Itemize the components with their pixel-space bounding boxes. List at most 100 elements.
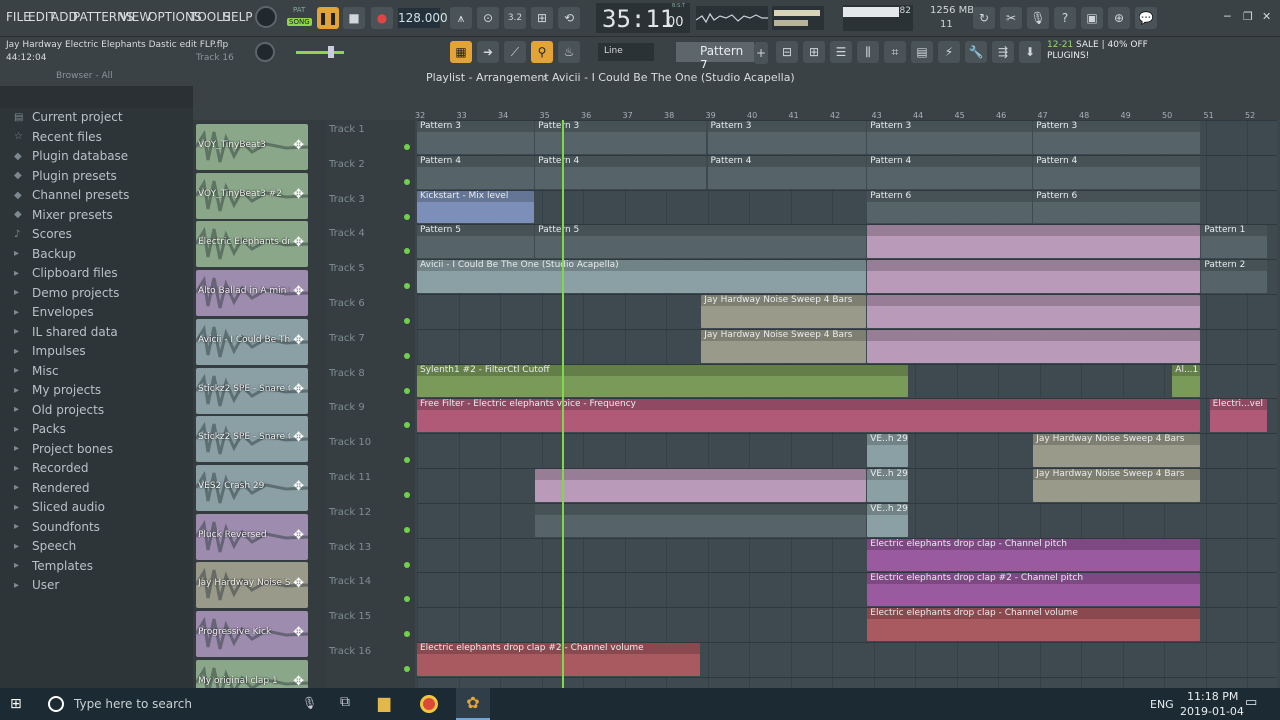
track-name[interactable]: Track 1 <box>329 124 365 135</box>
channel-button[interactable]: VOY_TinyBeat3 ✥ <box>196 124 308 170</box>
channel-move-icon[interactable]: ✥ <box>293 430 304 445</box>
playlist-clip[interactable]: Electric elephants drop clap - Channel p… <box>867 538 1201 572</box>
channel-button[interactable]: Jay Hardway Noise S... ✥ <box>196 562 308 609</box>
mic-icon[interactable]: 🎙 <box>302 696 317 710</box>
playlist-clip[interactable]: Pattern 6 <box>1033 190 1201 224</box>
stop-button[interactable]: ■ <box>343 7 365 29</box>
playlist-clip[interactable]: Jay Hardway Noise Sweep 4 Bars <box>1033 469 1201 502</box>
browser-item[interactable]: ▸ Envelopes <box>14 303 94 321</box>
task-view-icon[interactable]: ⧉ <box>340 694 350 710</box>
loop-record-button[interactable]: ⟲ <box>558 7 580 29</box>
playlist-clip[interactable]: Pattern 3 <box>707 121 867 154</box>
add-pattern-icon[interactable]: + <box>754 42 768 64</box>
track-name[interactable]: Track 8 <box>329 368 365 379</box>
browser-item[interactable]: ▸ Demo projects <box>14 284 119 302</box>
undo-icon[interactable]: ↻ <box>973 7 995 29</box>
playlist-clip[interactable] <box>535 469 867 502</box>
magnet-icon[interactable]: ⚲ <box>531 41 553 63</box>
playlist-clip[interactable]: Pattern 3 <box>867 121 1033 154</box>
channel-move-icon[interactable]: ✥ <box>293 138 304 153</box>
browser-item[interactable]: ▸ Backup <box>14 245 76 263</box>
menu-file[interactable]: FILE <box>6 10 31 24</box>
taskbar-lang[interactable]: ENG <box>1150 698 1174 711</box>
playlist-clip[interactable]: Al...1 <box>1172 364 1201 398</box>
browser-item[interactable]: ◆ Plugin database <box>14 147 128 165</box>
arrow-icon[interactable]: ➜ <box>477 41 499 63</box>
play-button[interactable]: ❚❚ <box>317 7 339 29</box>
playlist-clip[interactable]: VE..h 29 <box>867 434 908 467</box>
restore-window-button[interactable]: ❐ <box>1243 10 1257 24</box>
pitch-knob[interactable] <box>255 42 275 62</box>
notifications-icon[interactable]: ▭ <box>1245 695 1257 710</box>
channel-move-icon[interactable]: ✥ <box>293 382 304 397</box>
taskbar-date[interactable]: 2019-01-04 <box>1180 705 1244 718</box>
browser-item[interactable]: ▸ Recorded <box>14 459 88 477</box>
channel-button[interactable]: Progressive Kick ✥ <box>196 611 308 657</box>
browser-item[interactable]: ▸ Impulses <box>14 342 86 360</box>
track-mute-led[interactable] <box>404 457 410 464</box>
wrench-icon[interactable]: 🔧 <box>965 41 987 63</box>
track-mute-led[interactable] <box>404 422 410 429</box>
metronome-button[interactable]: ⩚ <box>450 7 472 29</box>
playlist-clip[interactable]: VE..h 29 <box>867 469 908 502</box>
cut-icon[interactable]: ✂ <box>1000 7 1022 29</box>
track-mute-led[interactable] <box>404 213 410 220</box>
channel-move-icon[interactable]: ✥ <box>293 479 304 494</box>
playlist-clip[interactable]: Pattern 6 <box>867 190 1033 224</box>
track-mute-led[interactable] <box>404 283 410 290</box>
track-name[interactable]: Track 10 <box>329 437 371 448</box>
playlist-clip[interactable]: Kickstart - Mix level <box>417 190 535 224</box>
channel-move-icon[interactable]: ✥ <box>293 528 304 543</box>
browser-item[interactable]: ▸ User <box>14 576 59 594</box>
fl-studio-taskbar-icon[interactable]: ✿ <box>456 688 490 720</box>
track-name[interactable]: Track 4 <box>329 228 365 239</box>
stamp-icon[interactable]: ♨ <box>558 41 580 63</box>
playlist-clip[interactable]: Pattern 5 <box>417 225 535 259</box>
track-name[interactable]: Track 3 <box>329 194 365 205</box>
playlist-icon[interactable]: ⊟ <box>776 41 798 63</box>
chrome-icon[interactable] <box>420 695 438 713</box>
track-mute-led[interactable] <box>404 666 410 672</box>
playlist-clip[interactable]: Sylenth1 #2 - FilterCtl Cutoff <box>417 364 908 398</box>
chat-icon[interactable]: 💬 <box>1135 7 1157 29</box>
channel-button[interactable]: Stickz2 SPE - Snare 0...✥ <box>196 367 308 414</box>
render-icon[interactable]: ⇶ <box>992 41 1014 63</box>
playlist-clip[interactable]: Avicii - I Could Be The One (Studio Acap… <box>417 260 867 293</box>
browser-item[interactable]: ▸ My projects <box>14 381 101 399</box>
minimize-window-button[interactable]: ─ <box>1224 10 1238 24</box>
browser-item[interactable]: ▸ Packs <box>14 420 66 438</box>
pattern-selector[interactable]: Pattern 7 <box>676 42 754 72</box>
plugin-icon[interactable]: ⚡ <box>938 41 960 63</box>
browser-item[interactable]: ▸ Speech <box>14 537 76 555</box>
channel-move-icon[interactable]: ✥ <box>293 625 304 640</box>
wait-button[interactable]: ⊙ <box>477 7 499 29</box>
track-mute-led[interactable] <box>404 248 410 255</box>
track-name[interactable]: Track 7 <box>329 333 365 344</box>
browser-item[interactable]: ▸ Clipboard files <box>14 264 118 282</box>
channel-button[interactable]: VOY_TinyBeat3 #2 ✥ <box>196 172 308 219</box>
track-mute-led[interactable] <box>404 596 410 603</box>
channel-move-icon[interactable]: ✥ <box>293 333 304 348</box>
browser-item[interactable]: ◆ Channel presets <box>14 186 129 204</box>
playlist-clip[interactable]: Jay Hardway Noise Sweep 4 Bars <box>1033 434 1201 467</box>
track-mute-led[interactable] <box>404 387 410 394</box>
download-icon[interactable]: ⬇ <box>1019 41 1041 63</box>
tempo-tap-icon[interactable]: ⊕ <box>1108 7 1130 29</box>
playlist-clip[interactable]: Pattern 4 <box>1033 155 1201 189</box>
taskbar-time[interactable]: 11:18 PM <box>1187 690 1238 703</box>
playlist-clip[interactable] <box>867 225 1201 259</box>
track-name[interactable]: Track 13 <box>329 542 371 553</box>
browser-item[interactable]: ▸ IL shared data <box>14 323 118 341</box>
browser-item[interactable]: ◆ Mixer presets <box>14 206 113 224</box>
countdown-button[interactable]: 3.2 <box>504 7 526 29</box>
browser-item[interactable]: ▸ Soundfonts <box>14 518 100 536</box>
channel-move-icon[interactable]: ✥ <box>293 576 304 591</box>
channel-button[interactable]: Avicii - I Could Be The...✥ <box>196 318 308 365</box>
browser-item[interactable]: ▸ Project bones <box>14 440 113 458</box>
playlist-clip[interactable]: VE..h 29 <box>867 503 908 537</box>
playlist-clip[interactable]: Pattern 4 <box>417 155 535 189</box>
track-name[interactable]: Track 11 <box>329 472 371 483</box>
browser-item[interactable]: ☆ Recent files <box>14 128 102 146</box>
arrangement-grid[interactable]: Pattern 3 Pattern 3 Pattern 3 Pattern 3 Patt… <box>417 120 1277 688</box>
channel-button[interactable]: Pluck Reversed ✥ <box>196 513 308 560</box>
